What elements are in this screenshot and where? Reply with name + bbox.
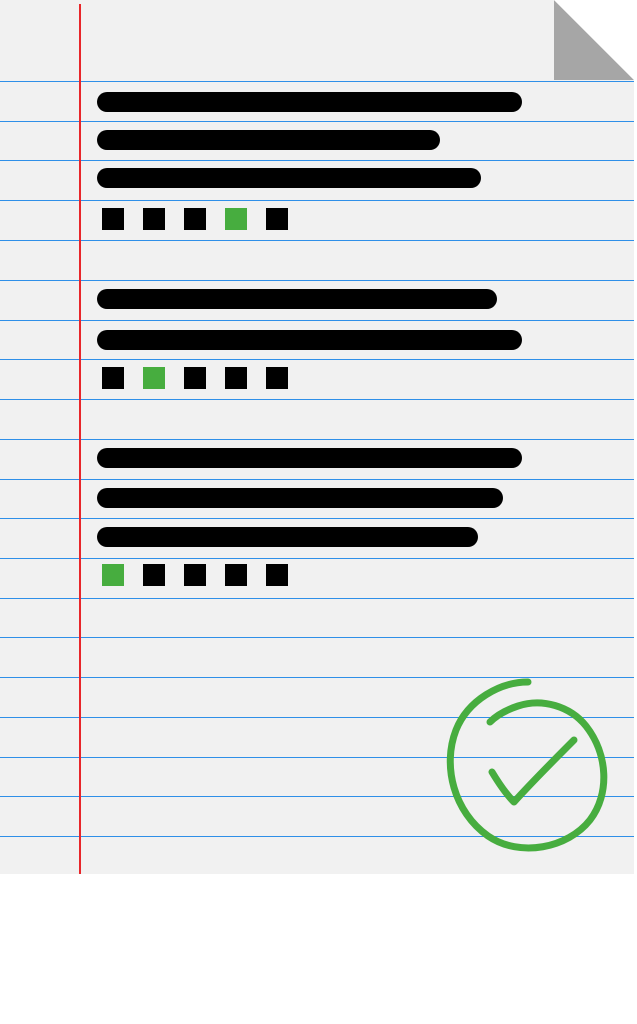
rule-line	[0, 558, 634, 559]
question-3-option-5[interactable]	[266, 564, 288, 586]
question-3-text-line-1	[97, 448, 522, 468]
question-3-option-3[interactable]	[184, 564, 206, 586]
rule-line	[0, 160, 634, 161]
question-2-option-2-selected[interactable]	[143, 367, 165, 389]
rule-line	[0, 320, 634, 321]
check-circle-icon	[446, 678, 608, 852]
question-1-text-line-1	[97, 92, 522, 112]
lined-paper	[0, 0, 634, 874]
rule-line	[0, 637, 634, 638]
question-1-option-5[interactable]	[266, 208, 288, 230]
question-3-option-2[interactable]	[143, 564, 165, 586]
question-3-text-line-3	[97, 527, 478, 547]
margin-line	[79, 4, 81, 874]
rule-line	[0, 280, 634, 281]
question-1-option-4-selected[interactable]	[225, 208, 247, 230]
question-2-option-4[interactable]	[225, 367, 247, 389]
question-2-option-3[interactable]	[184, 367, 206, 389]
check-mark-stroke	[488, 736, 578, 806]
rule-line	[0, 81, 634, 82]
rule-line	[0, 598, 634, 599]
rule-line	[0, 479, 634, 480]
document-page	[0, 0, 637, 1024]
question-2-text-line-2	[97, 330, 522, 350]
question-3-option-1-selected[interactable]	[102, 564, 124, 586]
question-2-option-1[interactable]	[102, 367, 124, 389]
question-3-option-4[interactable]	[225, 564, 247, 586]
question-2-option-5[interactable]	[266, 367, 288, 389]
question-2-text-line-1	[97, 289, 497, 309]
rule-line	[0, 439, 634, 440]
rule-line	[0, 200, 634, 201]
rule-line	[0, 399, 634, 400]
question-1-text-line-2	[97, 130, 440, 150]
rule-line	[0, 518, 634, 519]
folded-corner	[554, 0, 634, 80]
question-1-option-2[interactable]	[143, 208, 165, 230]
question-1-text-line-3	[97, 168, 481, 188]
question-3-text-line-2	[97, 488, 503, 508]
question-1-option-1[interactable]	[102, 208, 124, 230]
rule-line	[0, 240, 634, 241]
question-1-option-3[interactable]	[184, 208, 206, 230]
rule-line	[0, 121, 634, 122]
check-circle-stroke	[446, 678, 608, 852]
rule-line	[0, 359, 634, 360]
